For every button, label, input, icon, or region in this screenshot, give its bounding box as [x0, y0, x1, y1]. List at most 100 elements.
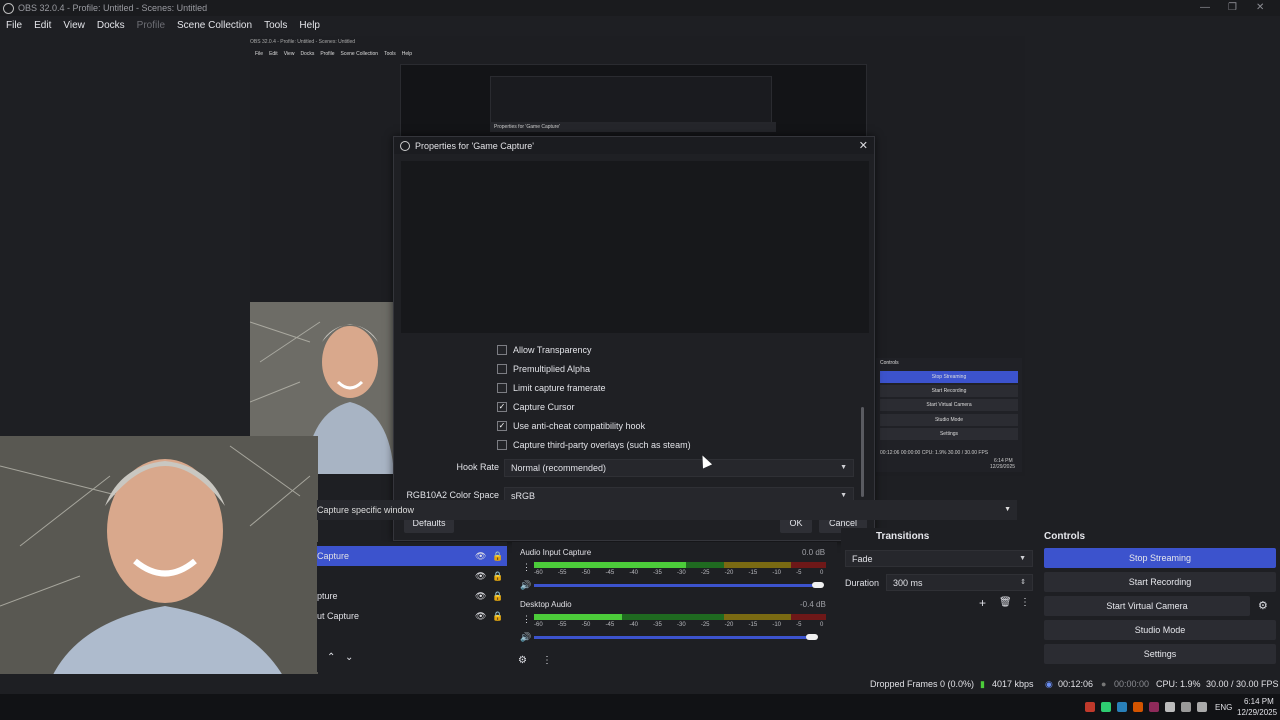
nested-dialog-title: Properties for 'Game Capture' — [490, 122, 776, 132]
menu-docks[interactable]: Docks — [97, 20, 125, 31]
menu-scene-collection[interactable]: Scene Collection — [177, 20, 252, 31]
checkbox-checked-icon[interactable]: ✓ — [497, 402, 507, 412]
network-icon[interactable] — [1181, 702, 1191, 712]
properties-scrollbar[interactable] — [861, 407, 864, 497]
gear-icon[interactable]: ⚙ — [1258, 599, 1268, 612]
app-tray-icon[interactable] — [1101, 702, 1111, 712]
transitions-header: Transitions — [876, 531, 930, 542]
source-item[interactable]: ut Capture 👁 🔒 — [317, 606, 507, 626]
nested-start-recording: Start Recording — [880, 385, 1018, 397]
eye-icon[interactable]: 👁 — [475, 546, 486, 566]
settings-button[interactable]: Settings — [1044, 644, 1276, 664]
volume-knob[interactable] — [806, 634, 818, 640]
meter-level — [534, 562, 686, 568]
allow-transparency-checkbox[interactable]: Allow Transparency — [497, 345, 592, 355]
source-item[interactable]: Capture 👁 🔒 — [317, 546, 507, 566]
dialog-titlebar: Properties for 'Game Capture' ✕ — [394, 137, 874, 154]
more-icon[interactable]: ⋮ — [522, 614, 531, 625]
add-icon[interactable]: + — [979, 596, 986, 610]
controls-header: Controls — [1044, 531, 1086, 542]
dialog-title: Properties for 'Game Capture' — [415, 140, 534, 151]
spin-arrows-icon[interactable]: ⇕ — [1020, 575, 1026, 591]
third-party-overlays-checkbox[interactable]: Capture third-party overlays (such as st… — [497, 440, 691, 450]
gear-icon[interactable]: ⚙ — [518, 655, 527, 666]
scale-tick: -30 — [677, 622, 686, 628]
nested-settings: Settings — [880, 428, 1018, 440]
lock-icon[interactable]: 🔒 — [492, 566, 503, 586]
duration-input[interactable]: 300 ms ⇕ — [886, 574, 1033, 591]
obs-icon — [3, 2, 14, 14]
menu-file[interactable]: File — [6, 20, 22, 31]
scale-tick: -15 — [748, 570, 758, 576]
nested-menu-item: Docks — [300, 51, 315, 57]
nested-stop-streaming: Stop Streaming — [880, 371, 1018, 383]
capture-cursor-checkbox[interactable]: ✓ Capture Cursor — [497, 402, 575, 412]
source-item[interactable]: 👁 🔒 — [317, 566, 507, 586]
stop-streaming-button[interactable]: Stop Streaming — [1044, 548, 1276, 568]
menu-tools[interactable]: Tools — [264, 20, 287, 31]
more-icon[interactable]: ⋮ — [542, 655, 552, 666]
steam-icon[interactable] — [1117, 702, 1127, 712]
menu-profile[interactable]: Profile — [137, 20, 165, 31]
volume-icon[interactable] — [1197, 702, 1207, 712]
language-indicator[interactable]: ENG — [1215, 703, 1232, 712]
capture-mode-select[interactable]: Capture specific window ▼ — [317, 500, 1017, 520]
minimize-button[interactable]: — — [1200, 2, 1210, 13]
lock-icon[interactable]: 🔒 — [492, 546, 503, 566]
hook-rate-select[interactable]: Normal (recommended) ▼ — [504, 459, 854, 477]
eye-icon[interactable]: 👁 — [475, 566, 486, 586]
eye-icon[interactable]: 👁 — [475, 606, 486, 626]
duration-value: 300 ms — [893, 578, 923, 588]
app-tray-icon[interactable] — [1149, 702, 1159, 712]
close-button[interactable]: ✕ — [1256, 2, 1264, 13]
fps: 30.00 / 30.00 FPS — [1206, 679, 1279, 689]
source-item[interactable]: pture 👁 🔒 — [317, 586, 507, 606]
menu-edit[interactable]: Edit — [34, 20, 51, 31]
clock-date[interactable]: 12/29/2025 — [1237, 708, 1277, 717]
volume-slider[interactable] — [534, 584, 820, 587]
move-up-icon[interactable]: ⌃ — [327, 652, 335, 663]
lock-icon[interactable]: 🔒 — [492, 606, 503, 626]
mic-icon[interactable] — [1165, 702, 1175, 712]
checkbox-box[interactable] — [497, 345, 507, 355]
transition-type-select[interactable]: Fade ▼ — [845, 550, 1033, 567]
start-recording-button[interactable]: Start Recording — [1044, 572, 1276, 592]
trash-icon[interactable]: 🗑 — [999, 597, 1012, 608]
checkbox-checked-icon[interactable]: ✓ — [497, 421, 507, 431]
transitions-panel: Transitions Fade ▼ Duration 300 ms ⇕ + 🗑… — [841, 528, 1036, 672]
more-icon[interactable]: ⋮ — [1020, 597, 1030, 608]
studio-mode-button[interactable]: Studio Mode — [1044, 620, 1276, 640]
speaker-icon[interactable]: 🔊 — [520, 632, 531, 643]
nested-status-text: 00:12:06 00:00:00 CPU: 1.9% 30.00 / 30.0… — [880, 450, 989, 456]
scale-tick: -40 — [629, 570, 638, 576]
checkbox-box[interactable] — [497, 364, 507, 374]
start-virtual-camera-button[interactable]: Start Virtual Camera — [1044, 596, 1250, 616]
volume-slider[interactable] — [534, 636, 814, 639]
obs-icon — [400, 140, 410, 151]
app-tray-icon[interactable] — [1133, 702, 1143, 712]
anti-cheat-hook-checkbox[interactable]: ✓ Use anti-cheat compatibility hook — [497, 421, 645, 431]
checkbox-box[interactable] — [497, 383, 507, 393]
channel-name: Audio Input Capture — [520, 548, 592, 557]
lock-icon[interactable]: 🔒 — [492, 586, 503, 606]
premultiplied-alpha-checkbox[interactable]: Premultiplied Alpha — [497, 364, 590, 374]
obs-tray-icon[interactable] — [1085, 702, 1095, 712]
dialog-close-button[interactable]: ✕ — [859, 139, 868, 152]
menu-view[interactable]: View — [63, 20, 85, 31]
cpu-usage: CPU: 1.9% — [1156, 679, 1201, 689]
checkbox-box[interactable] — [497, 440, 507, 450]
menu-help[interactable]: Help — [299, 20, 320, 31]
scale-tick: -15 — [748, 622, 758, 628]
eye-icon[interactable]: 👁 — [475, 586, 486, 606]
nested-menu-item: View — [283, 51, 295, 57]
limit-framerate-checkbox[interactable]: Limit capture framerate — [497, 383, 606, 393]
more-icon[interactable]: ⋮ — [522, 562, 531, 573]
speaker-icon[interactable]: 🔊 — [520, 580, 531, 591]
maximize-button[interactable]: ❐ — [1228, 2, 1237, 13]
chevron-down-icon: ▼ — [840, 464, 847, 471]
clock-time[interactable]: 6:14 PM — [1244, 697, 1274, 706]
scale-tick: -40 — [629, 622, 638, 628]
bitrate: 4017 kbps — [992, 679, 1034, 689]
volume-knob[interactable] — [812, 582, 824, 588]
move-down-icon[interactable]: ⌄ — [345, 652, 353, 663]
